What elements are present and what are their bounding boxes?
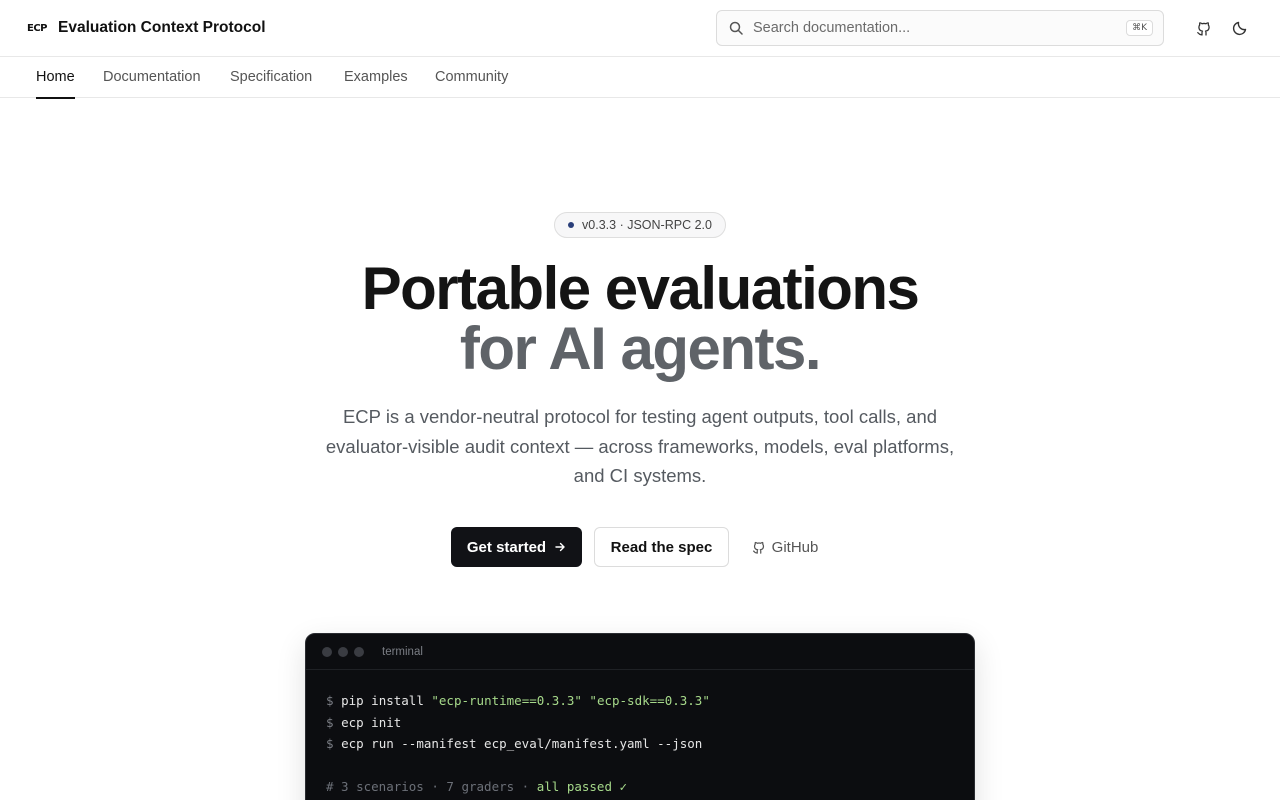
brand-title: Evaluation Context Protocol (58, 19, 266, 36)
tab-community[interactable]: Community (435, 57, 508, 98)
search-input[interactable] (753, 20, 1127, 36)
github-icon (752, 541, 764, 554)
terminal-line: $ ecp run --manifest ecp_eval/manifest.y… (326, 736, 703, 751)
tab-home[interactable]: Home (36, 57, 75, 99)
tab-specification[interactable]: Specification (230, 57, 312, 98)
read-spec-label: Read the spec (610, 538, 713, 556)
github-link-label: GitHub (771, 538, 819, 556)
hero-headline-line2: for AI agents. (459, 315, 822, 382)
terminal-window: terminal $ pip install "ecp-runtime==0.3… (305, 633, 975, 800)
theme-toggle-button[interactable] (1228, 16, 1252, 40)
version-badge-label: v0.3.3 · JSON-RPC 2.0 (582, 218, 712, 232)
terminal-line: $ pip install "ecp-runtime==0.3.3" "ecp-… (326, 693, 710, 708)
search-box[interactable]: ⌘K (716, 10, 1164, 46)
terminal-body: $ pip install "ecp-runtime==0.3.3" "ecp-… (306, 670, 974, 798)
moon-icon (1232, 21, 1247, 36)
get-started-label: Get started (466, 538, 547, 556)
status-dot (568, 222, 575, 228)
hero-description: ECP is a vendor-neutral protocol for tes… (325, 406, 955, 486)
terminal-line: $ ecp init (326, 714, 402, 730)
brand-home-link[interactable]: ECP Evaluation Context Protocol (27, 0, 266, 56)
arrow-right-icon (555, 542, 565, 552)
window-dot-close (322, 646, 332, 657)
version-badge: v0.3.3 · JSON-RPC 2.0 (554, 212, 726, 238)
search-icon (729, 21, 743, 35)
hero-headline-line1: Portable evaluations (361, 255, 920, 322)
top-bar: ECP Evaluation Context Protocol ⌘K (0, 0, 1280, 57)
window-dot-maximize (354, 646, 364, 657)
github-icon (1197, 22, 1210, 36)
get-started-button[interactable]: Get started (451, 527, 582, 567)
terminal-title: terminal (382, 645, 423, 658)
tab-documentation[interactable]: Documentation (103, 57, 201, 98)
read-spec-button[interactable]: Read the spec (594, 527, 729, 567)
search-shortcut-hint: ⌘K (1126, 20, 1153, 36)
brand-logo: ECP (27, 22, 48, 34)
window-dot-minimize (338, 646, 348, 657)
github-button[interactable] (1192, 16, 1216, 40)
main-nav: Home Documentation Specification Example… (0, 57, 1280, 99)
tab-examples[interactable]: Examples (344, 57, 408, 98)
terminal-summary: # 3 scenarios · 7 graders · all passed ✓ (326, 779, 628, 794)
terminal-titlebar: terminal (306, 634, 974, 670)
github-link-button[interactable]: GitHub (748, 527, 822, 567)
